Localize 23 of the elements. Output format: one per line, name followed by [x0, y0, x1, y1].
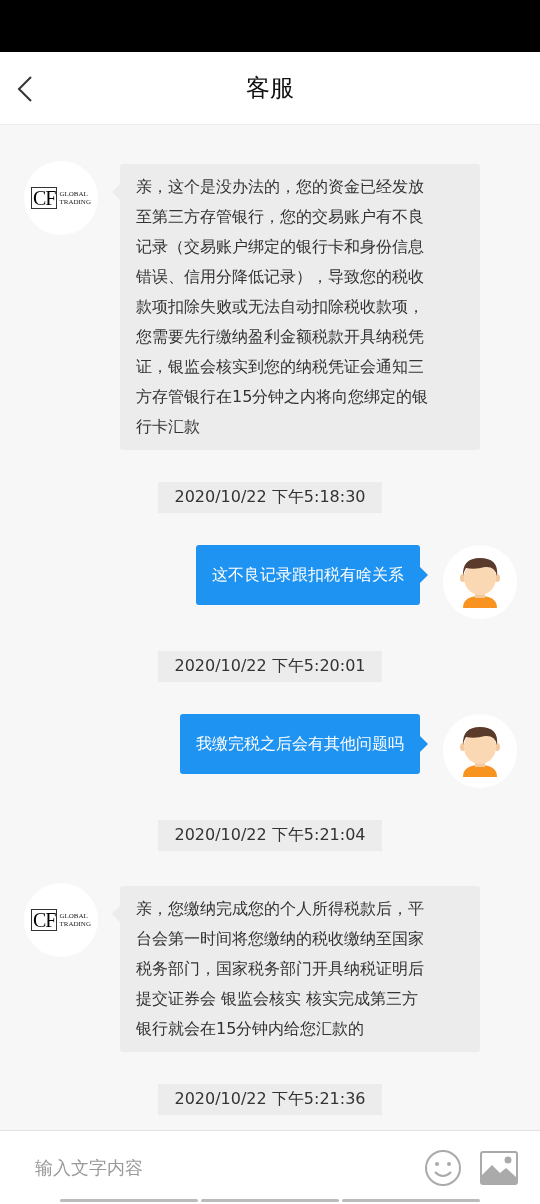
message-text: 税务部门，国家税务部门开具纳税证明后 [136, 958, 425, 980]
timestamp: 2020/10/22 下午5:21:36 [158, 1084, 382, 1115]
message-text: 亲，这个是没办法的，您的资金已经发放 [136, 176, 425, 198]
timestamp: 2020/10/22 下午5:18:30 [158, 482, 382, 513]
message-text: 提交证券会 银监会核实 核实完成第三方 [136, 988, 420, 1010]
timestamp: 2020/10/22 下午5:21:04 [158, 820, 382, 851]
image-icon[interactable] [480, 1150, 518, 1185]
logo-mark: CF [31, 909, 58, 931]
message-text: 记录（交易账户绑定的银行卡和身份信息 [136, 236, 425, 258]
message-text: 行卡汇款 [136, 416, 201, 438]
message-text: 您需要先行缴纳盈利金额税款开具纳税凭 [136, 326, 425, 348]
message-text: 款项扣除失败或无法自动扣除税收款项， [136, 296, 425, 318]
emoji-icon[interactable] [424, 1148, 462, 1187]
message-text: 台会第一时间将您缴纳的税收缴纳至国家 [136, 928, 425, 950]
message-text: 至第三方存管银行，您的交易账户有不良 [136, 206, 425, 228]
page-title: 客服 [246, 73, 294, 104]
message-text: 亲，您缴纳完成您的个人所得税款后，平 [136, 898, 425, 920]
message-text: 证，银监会核实到您的纳税凭证会通知三 [136, 356, 425, 378]
message-text: 方存管银行在15分钟之内将向您绑定的银 [136, 386, 430, 408]
timestamp: 2020/10/22 下午5:20:01 [158, 651, 382, 682]
message-text: 错误、信用分降低记录），导致您的税收 [136, 266, 425, 288]
logo-mark: CF [31, 187, 58, 209]
message-text: 银行就会在15分钟内给您汇款的 [136, 1018, 366, 1040]
